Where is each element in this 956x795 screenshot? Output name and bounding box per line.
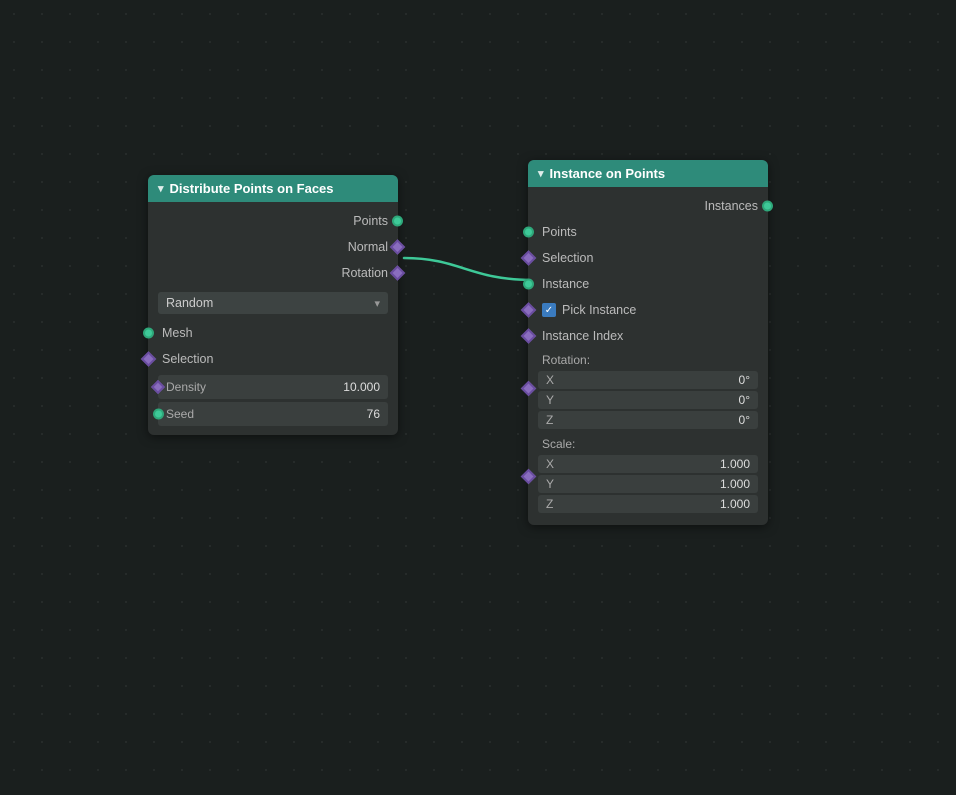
- rotation-x-row: X 0°: [538, 371, 758, 389]
- input-selection-row: Selection: [148, 346, 398, 372]
- input-instance-index-socket[interactable]: [521, 328, 537, 344]
- distribute-dropdown[interactable]: Random ▾: [158, 292, 388, 314]
- density-value: 10.000: [343, 380, 380, 394]
- scale-x-value[interactable]: 1.000: [720, 457, 750, 471]
- rotation-y-row: Y 0°: [538, 391, 758, 409]
- instance-node-body: Instances Points Selection Instance ✓ Pi…: [528, 187, 768, 525]
- output-instances-label: Instances: [704, 199, 758, 213]
- output-rotation-socket[interactable]: [390, 265, 406, 281]
- input-instance-row: Instance: [528, 271, 768, 297]
- rotation-z-label: Z: [546, 413, 564, 427]
- input-inst-selection-row: Selection: [528, 245, 768, 271]
- output-normal-row: Normal: [148, 234, 398, 260]
- output-instances-socket[interactable]: [762, 201, 773, 212]
- instance-collapse-icon[interactable]: ▾: [538, 167, 544, 180]
- input-instance-label: Instance: [542, 277, 589, 291]
- output-points-label: Points: [353, 214, 388, 228]
- output-rotation-row: Rotation: [148, 260, 398, 286]
- instance-on-points-node: ▾ Instance on Points Instances Points Se…: [528, 160, 768, 525]
- dropdown-arrow-icon: ▾: [374, 297, 380, 310]
- seed-field[interactable]: Seed 76: [158, 402, 388, 426]
- scale-z-label: Z: [546, 497, 564, 511]
- rotation-z-row: Z 0°: [538, 411, 758, 429]
- input-selection-socket[interactable]: [141, 351, 157, 367]
- scale-x-label: X: [546, 457, 564, 471]
- rotation-extra-socket[interactable]: [521, 381, 537, 397]
- collapse-icon[interactable]: ▾: [158, 182, 164, 195]
- scale-z-value[interactable]: 1.000: [720, 497, 750, 511]
- output-rotation-label: Rotation: [341, 266, 388, 280]
- distribute-node-header: ▾ Distribute Points on Faces: [148, 175, 398, 202]
- input-instance-socket[interactable]: [523, 279, 534, 290]
- input-instance-index-row: Instance Index: [528, 323, 768, 349]
- pick-instance-row: ✓ Pick Instance: [528, 297, 768, 323]
- input-inst-selection-socket[interactable]: [521, 250, 537, 266]
- distribute-node-body: Points Normal Rotation Random ▾ Mesh: [148, 202, 398, 435]
- rotation-section-label: Rotation:: [528, 349, 768, 369]
- density-field[interactable]: Density 10.000: [158, 375, 388, 399]
- scale-section-label: Scale:: [528, 433, 768, 453]
- rotation-x-label: X: [546, 373, 564, 387]
- scale-y-row: Y 1.000: [538, 475, 758, 493]
- input-mesh-socket[interactable]: [143, 328, 154, 339]
- input-points-label: Points: [542, 225, 577, 239]
- input-mesh-row: Mesh: [148, 320, 398, 346]
- dropdown-value: Random: [166, 296, 213, 310]
- rotation-z-value[interactable]: 0°: [739, 413, 750, 427]
- output-normal-socket[interactable]: [390, 239, 406, 255]
- input-instance-index-label: Instance Index: [542, 329, 623, 343]
- output-points-socket[interactable]: [392, 216, 403, 227]
- input-selection-label: Selection: [162, 352, 213, 366]
- seed-socket[interactable]: [153, 409, 164, 420]
- scale-y-label: Y: [546, 477, 564, 491]
- input-mesh-label: Mesh: [162, 326, 193, 340]
- pick-instance-label: Pick Instance: [562, 303, 636, 317]
- rotation-y-value[interactable]: 0°: [739, 393, 750, 407]
- seed-label: Seed: [166, 407, 194, 421]
- input-inst-selection-label: Selection: [542, 251, 593, 265]
- density-socket[interactable]: [151, 380, 165, 394]
- scale-z-row: Z 1.000: [538, 495, 758, 513]
- rotation-y-label: Y: [546, 393, 564, 407]
- distribute-points-node: ▾ Distribute Points on Faces Points Norm…: [148, 175, 398, 435]
- scale-y-value[interactable]: 1.000: [720, 477, 750, 491]
- input-points-row: Points: [528, 219, 768, 245]
- output-points-row: Points: [148, 208, 398, 234]
- pick-instance-socket[interactable]: [521, 302, 537, 318]
- input-points-socket[interactable]: [523, 227, 534, 238]
- instance-node-title: Instance on Points: [550, 166, 666, 181]
- distribute-dropdown-row: Random ▾: [158, 292, 388, 314]
- instance-node-header: ▾ Instance on Points: [528, 160, 768, 187]
- seed-value: 76: [367, 407, 380, 421]
- scale-extra-socket[interactable]: [521, 469, 537, 485]
- output-normal-label: Normal: [348, 240, 388, 254]
- density-label: Density: [166, 380, 206, 394]
- rotation-x-value[interactable]: 0°: [739, 373, 750, 387]
- distribute-node-title: Distribute Points on Faces: [170, 181, 334, 196]
- output-instances-row: Instances: [528, 193, 768, 219]
- pick-instance-checkbox[interactable]: ✓: [542, 303, 556, 317]
- scale-x-row: X 1.000: [538, 455, 758, 473]
